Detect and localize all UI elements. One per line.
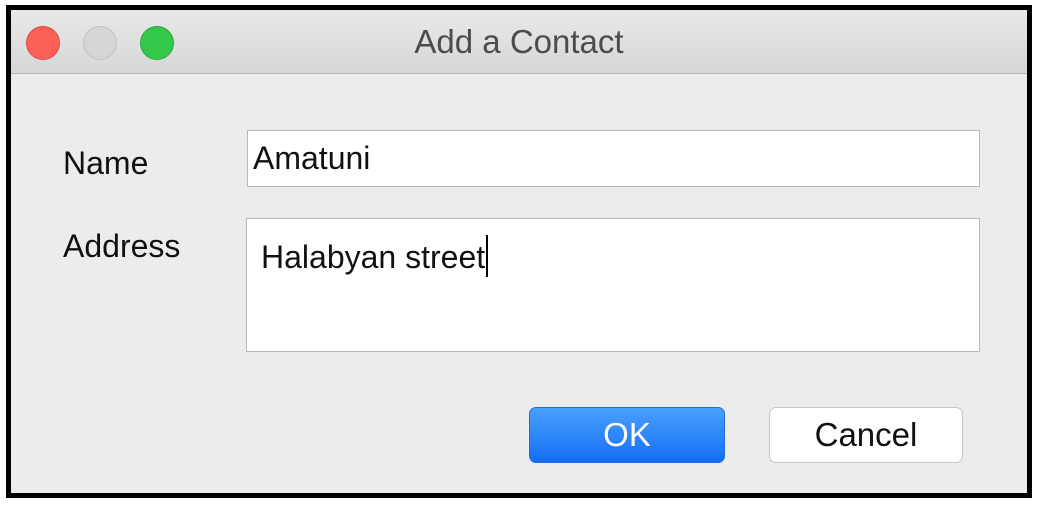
dialog-window: Add a Contact Name Amatuni Address Halab… (6, 5, 1032, 498)
name-label: Name (63, 145, 149, 181)
address-textarea-value: Halabyan street (261, 239, 486, 275)
address-label: Address (63, 228, 181, 264)
text-cursor (486, 235, 489, 277)
window-title: Add a Contact (414, 23, 624, 60)
address-textarea[interactable]: Halabyan street (246, 218, 980, 352)
name-input-value: Amatuni (253, 140, 371, 176)
name-input[interactable]: Amatuni (247, 130, 980, 187)
title-bar: Add a Contact (11, 10, 1027, 74)
ok-button[interactable]: OK (529, 407, 725, 463)
cancel-button[interactable]: Cancel (769, 407, 963, 463)
